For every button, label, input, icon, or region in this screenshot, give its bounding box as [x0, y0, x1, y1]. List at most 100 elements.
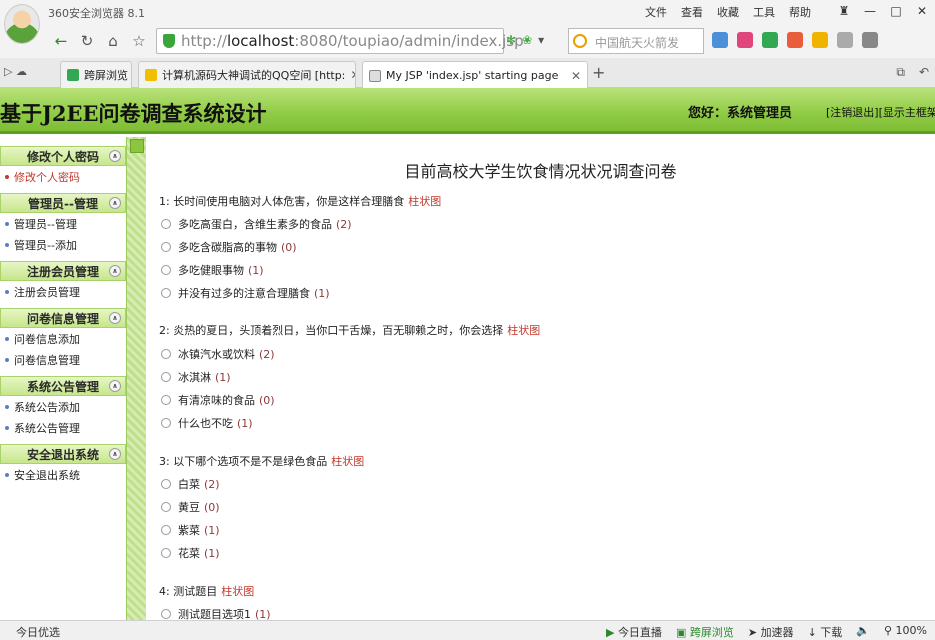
minimize-icon[interactable]: — [857, 0, 883, 22]
collapse-chevron-icon[interactable]: ∧ [109, 448, 121, 460]
tab-close-icon[interactable]: ✕ [350, 68, 355, 82]
menu-favorites[interactable]: 收藏 [717, 4, 739, 20]
sidebar-item-logout[interactable]: 安全退出系统 [0, 464, 126, 485]
new-tab-icon[interactable]: + [592, 63, 605, 82]
section-logout[interactable]: 安全退出系统 ∧ [0, 444, 126, 464]
option[interactable]: 多吃含碳脂高的事物 (0) [161, 239, 297, 255]
collapse-chevron-icon[interactable]: ∧ [109, 197, 121, 209]
translate-icon[interactable] [787, 32, 803, 48]
undo-close-icon[interactable]: ↶ [919, 65, 929, 80]
close-icon[interactable]: ✕ [909, 0, 935, 22]
radio-button[interactable] [161, 242, 171, 252]
sidebar-item-survey-manage[interactable]: 问卷信息管理 [0, 349, 126, 370]
skin-icon[interactable]: ♜ [831, 0, 857, 22]
download-button[interactable]: ↓ 下载 [808, 624, 843, 640]
option[interactable]: 紫菜 (1) [161, 522, 220, 538]
sidebar-toggle-icon[interactable]: ▷ ☁ [4, 65, 27, 78]
bar-chart-link[interactable]: 柱状图 [408, 195, 441, 208]
search-input[interactable]: 中国航天火箭发 [595, 34, 695, 51]
maximize-icon[interactable]: □ [883, 0, 909, 22]
sidebar-item-change-password[interactable]: 修改个人密码 [0, 166, 126, 187]
restore-tabs-icon[interactable]: ⧉ [896, 65, 905, 80]
menu-tools[interactable]: 工具 [753, 4, 775, 20]
bar-chart-link[interactable]: 柱状图 [221, 585, 254, 598]
option[interactable]: 黄豆 (0) [161, 499, 220, 515]
menu-help[interactable]: 帮助 [789, 4, 811, 20]
user-avatar-icon[interactable] [4, 4, 40, 44]
radio-button[interactable] [161, 418, 171, 428]
sidebar-item-survey-add[interactable]: 问卷信息添加 [0, 328, 126, 349]
sidebar-item-admin-add[interactable]: 管理员--添加 [0, 234, 126, 255]
live-button[interactable]: ▶ 今日直播 [606, 624, 662, 640]
daily-picks[interactable]: 今日优选 [16, 624, 60, 640]
back-icon[interactable]: ← [50, 30, 72, 52]
option[interactable]: 花菜 (1) [161, 545, 220, 561]
tab-qq-space[interactable]: 计算机源码大神调试的QQ空间 [http: ✕ [138, 61, 356, 88]
radio-button[interactable] [161, 288, 171, 298]
sidebar-item-members-manage[interactable]: 注册会员管理 [0, 281, 126, 302]
option[interactable]: 冰镇汽水或饮料 (2) [161, 346, 275, 362]
option[interactable]: 什么也不吃 (1) [161, 415, 253, 431]
sidebar-item-admin-manage[interactable]: 管理员--管理 [0, 213, 126, 234]
tab-index-jsp[interactable]: My JSP 'index.jsp' starting page ✕ [362, 61, 588, 89]
radio-button[interactable] [161, 372, 171, 382]
zoom-level[interactable]: ⚲ 100% [884, 624, 927, 640]
mail-icon[interactable] [737, 32, 753, 48]
home-icon[interactable]: ⌂ [102, 30, 124, 52]
radio-button[interactable] [161, 349, 171, 359]
sidebar-splitter[interactable] [126, 137, 146, 620]
accelerator-button[interactable]: ➤ 加速器 [748, 624, 794, 640]
menu-view[interactable]: 查看 [681, 4, 703, 20]
menu-icon[interactable] [862, 32, 878, 48]
section-notices[interactable]: 系统公告管理 ∧ [0, 376, 126, 396]
speed-icon[interactable]: ✻ [506, 33, 516, 47]
option[interactable]: 多吃高蛋白，含维生素多的食品 (2) [161, 216, 352, 232]
refresh-icon[interactable]: ↻ [76, 30, 98, 52]
volume-icon[interactable]: 🔈 [856, 624, 870, 640]
radio-button[interactable] [161, 265, 171, 275]
game-icon[interactable] [837, 32, 853, 48]
collapse-chevron-icon[interactable]: ∧ [109, 150, 121, 162]
option[interactable]: 多吃健眼事物 (1) [161, 262, 264, 278]
sidebar-item-notice-add[interactable]: 系统公告添加 [0, 396, 126, 417]
search-engine-icon[interactable] [573, 34, 587, 48]
splitter-handle[interactable] [130, 139, 144, 153]
logout-link[interactable]: [注销退出] [826, 106, 879, 119]
address-bar[interactable]: http://localhost:8080/toupiao/admin/inde… [156, 28, 524, 54]
radio-button[interactable] [161, 502, 171, 512]
collapse-chevron-icon[interactable]: ∧ [109, 312, 121, 324]
option[interactable]: 测试题目选项1 (1) [161, 606, 271, 620]
shield-extension-icon[interactable] [762, 32, 778, 48]
address-url[interactable]: http://localhost:8080/toupiao/admin/inde… [181, 32, 524, 50]
tab-cross-screen[interactable]: 跨屏浏览 [60, 61, 132, 88]
wallet-icon[interactable] [812, 32, 828, 48]
tab-close-icon[interactable]: ✕ [571, 69, 581, 83]
apps-icon[interactable] [712, 32, 728, 48]
collapse-chevron-icon[interactable]: ∧ [109, 380, 121, 392]
section-admin[interactable]: 管理员--管理 ∧ [0, 193, 126, 213]
cross-screen-button[interactable]: ▣ 跨屏浏览 [676, 624, 734, 640]
option[interactable]: 白菜 (2) [161, 476, 220, 492]
bar-chart-link[interactable]: 柱状图 [507, 324, 540, 337]
option[interactable]: 并没有过多的注意合理膳食 (1) [161, 285, 330, 301]
radio-button[interactable] [161, 609, 171, 619]
menu-file[interactable]: 文件 [645, 4, 667, 20]
favorite-star-icon[interactable]: ☆ [128, 30, 150, 52]
option[interactable]: 冰淇淋 (1) [161, 369, 231, 385]
radio-button[interactable] [161, 525, 171, 535]
section-change-password[interactable]: 修改个人密码 ∧ [0, 146, 126, 166]
radio-button[interactable] [161, 548, 171, 558]
option[interactable]: 有清凉味的食品 (0) [161, 392, 275, 408]
search-box[interactable]: 中国航天火箭发 [568, 28, 704, 54]
radio-button[interactable] [161, 479, 171, 489]
collapse-chevron-icon[interactable]: ∧ [109, 265, 121, 277]
show-frame-link[interactable]: [显示主框架 [879, 106, 935, 119]
leaf-icon[interactable]: ❀ [522, 33, 532, 47]
radio-button[interactable] [161, 395, 171, 405]
bar-chart-link[interactable]: 柱状图 [331, 455, 364, 468]
dropdown-chevron-icon[interactable]: ▾ [538, 33, 544, 47]
sidebar-item-notice-manage[interactable]: 系统公告管理 [0, 417, 126, 438]
radio-button[interactable] [161, 219, 171, 229]
section-members[interactable]: 注册会员管理 ∧ [0, 261, 126, 281]
section-surveys[interactable]: 问卷信息管理 ∧ [0, 308, 126, 328]
